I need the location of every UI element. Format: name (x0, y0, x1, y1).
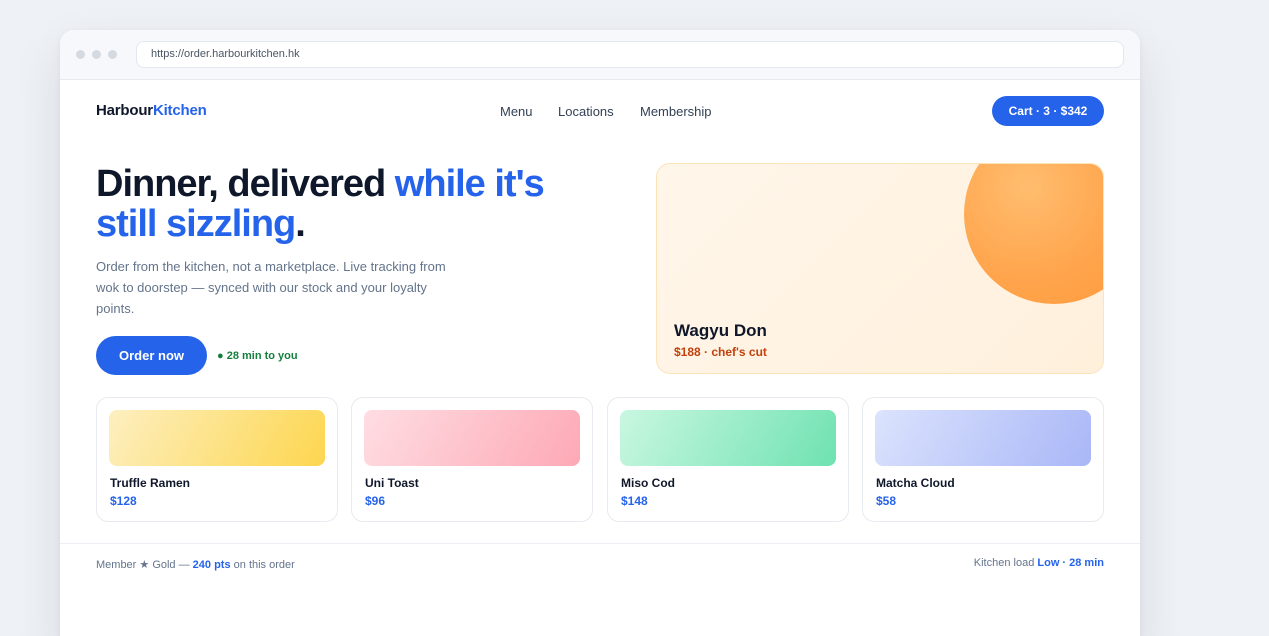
cart-button[interactable]: Cart · 3 · $342 (992, 96, 1104, 126)
menu-card-matcha-cloud[interactable]: Matcha Cloud $58 (862, 397, 1104, 522)
window-close-dot[interactable] (76, 50, 85, 59)
dish-price: $96 (365, 494, 386, 508)
dish-name: Truffle Ramen (110, 476, 191, 490)
featured-dish-price: $188 · chef's cut (674, 345, 767, 359)
window-maximize-dot[interactable] (108, 50, 117, 59)
hero-subcopy: Order from the kitchen, not a marketplac… (96, 259, 446, 316)
dish-price: $128 (110, 494, 137, 508)
featured-dish-name: Wagyu Don (674, 321, 767, 340)
kitchen-load-label: Kitchen load (973, 557, 1038, 569)
brand-logo[interactable]: HarbourKitchen (96, 102, 207, 119)
dish-price: $58 (876, 494, 897, 508)
delivery-eta: ● 28 min to you (217, 350, 298, 362)
hero-headline: Dinner, delivered while it's still sizzli… (96, 164, 636, 244)
dish-image (620, 410, 836, 466)
kitchen-load-status: Kitchen load Low · 28 min (974, 557, 1104, 569)
footer-divider (60, 543, 1140, 544)
menu-card-truffle-ramen[interactable]: Truffle Ramen $128 (96, 397, 338, 522)
featured-dish-image (964, 164, 1103, 304)
window-minimize-dot[interactable] (92, 50, 101, 59)
browser-chrome: https://order.harbourkitchen.hk (60, 30, 1140, 80)
dish-image (875, 410, 1091, 466)
membership-status: Member ★ Gold — 240 pts on this order (96, 558, 295, 571)
dish-name: Matcha Cloud (876, 476, 955, 490)
member-suffix: on this order (230, 559, 295, 571)
nav-menu[interactable]: Menu (500, 104, 533, 119)
featured-dish-card[interactable]: Wagyu Don $188 · chef's cut (656, 163, 1104, 374)
brand-name-part2: Kitchen (152, 102, 207, 119)
dish-price: $148 (621, 494, 648, 508)
headline-end: . (295, 203, 306, 245)
headline-dark: Dinner, delivered (96, 163, 395, 205)
dish-image (109, 410, 325, 466)
menu-card-uni-toast[interactable]: Uni Toast $96 (351, 397, 593, 522)
headline-blue-1: while it's (394, 163, 545, 205)
member-prefix: Member ★ Gold — (96, 559, 193, 571)
headline-blue-2: still sizzling (96, 203, 296, 245)
nav-locations[interactable]: Locations (558, 104, 614, 119)
order-now-button[interactable]: Order now (96, 336, 207, 375)
dish-image (364, 410, 580, 466)
menu-card-miso-cod[interactable]: Miso Cod $148 (607, 397, 849, 522)
dish-name: Uni Toast (365, 476, 419, 490)
dish-name: Miso Cod (621, 476, 675, 490)
address-bar[interactable]: https://order.harbourkitchen.hk (136, 41, 1124, 68)
brand-name-part1: Harbour (96, 102, 153, 119)
browser-window: https://order.harbourkitchen.hk HarbourK… (60, 30, 1140, 636)
loyalty-points: 240 pts (192, 559, 231, 571)
nav-membership[interactable]: Membership (640, 104, 712, 119)
kitchen-load-value: Low · 28 min (1037, 557, 1104, 569)
